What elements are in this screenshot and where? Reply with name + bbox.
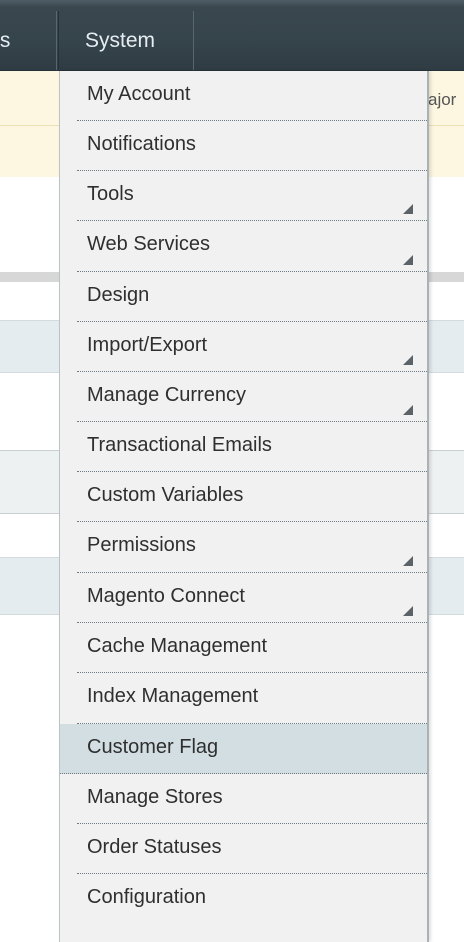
menu-item-manage-currency[interactable]: Manage Currency — [77, 372, 427, 422]
menu-item-label: Transactional Emails — [87, 434, 272, 456]
menu-item-cache-management[interactable]: Cache Management — [77, 623, 427, 673]
submenu-arrow-icon — [403, 255, 413, 265]
menu-item-tools[interactable]: Tools — [77, 171, 427, 221]
menu-item-label: Configuration — [87, 886, 206, 908]
menu-item-label: Permissions — [87, 534, 196, 556]
menu-item-label: Magento Connect — [87, 585, 245, 607]
menu-item-label: Index Management — [87, 685, 259, 707]
top-navigation-bar: ts System — [0, 0, 464, 71]
submenu-arrow-icon — [403, 405, 413, 415]
nav-tab-system-label: System — [85, 29, 156, 52]
menu-item-label: Notifications — [87, 133, 196, 155]
menu-item-permissions[interactable]: Permissions — [77, 522, 427, 573]
submenu-arrow-icon — [403, 204, 413, 214]
menu-item-customer-flag[interactable]: Customer Flag — [60, 724, 427, 774]
menu-item-magento-connect[interactable]: Magento Connect — [77, 573, 427, 623]
menu-item-import-export[interactable]: Import/Export — [77, 322, 427, 372]
menu-item-web-services[interactable]: Web Services — [77, 221, 427, 272]
menu-item-notifications[interactable]: Notifications — [77, 121, 427, 171]
menu-item-my-account[interactable]: My Account — [77, 71, 427, 121]
menu-item-label: Manage Stores — [87, 786, 223, 808]
submenu-arrow-icon — [403, 556, 413, 566]
menu-item-label: Web Services — [87, 233, 211, 255]
nav-tab-partial[interactable]: ts — [0, 11, 57, 70]
menu-item-label: Order Statuses — [87, 836, 222, 858]
notice-partial-text: ajor — [428, 90, 457, 109]
menu-item-manage-stores[interactable]: Manage Stores — [77, 774, 427, 824]
menu-item-order-statuses[interactable]: Order Statuses — [77, 824, 427, 874]
menu-item-design[interactable]: Design — [77, 272, 427, 322]
menu-item-custom-variables[interactable]: Custom Variables — [77, 472, 427, 522]
menu-item-label: Custom Variables — [87, 484, 244, 506]
menu-item-transactional-emails[interactable]: Transactional Emails — [77, 422, 427, 472]
menu-item-configuration[interactable]: Configuration — [77, 874, 427, 924]
submenu-arrow-icon — [403, 355, 413, 365]
submenu-arrow-icon — [403, 606, 413, 616]
menu-item-label: Import/Export — [87, 334, 208, 356]
menu-item-label: Design — [87, 284, 150, 306]
menu-item-label: Cache Management — [87, 635, 268, 657]
menu-item-label: My Account — [87, 83, 191, 105]
nav-tab-system[interactable]: System — [58, 11, 194, 70]
system-dropdown-menu: My Account Notifications Tools Web Services… — [59, 71, 429, 942]
menu-item-index-management[interactable]: Index Management — [77, 673, 427, 724]
system-menu-list: My Account Notifications Tools Web Services… — [60, 71, 427, 924]
menu-item-label: Customer Flag — [87, 736, 219, 758]
menu-item-label: Manage Currency — [87, 384, 246, 406]
menu-item-label: Tools — [87, 183, 134, 205]
nav-tab-partial-label: ts — [0, 29, 11, 52]
